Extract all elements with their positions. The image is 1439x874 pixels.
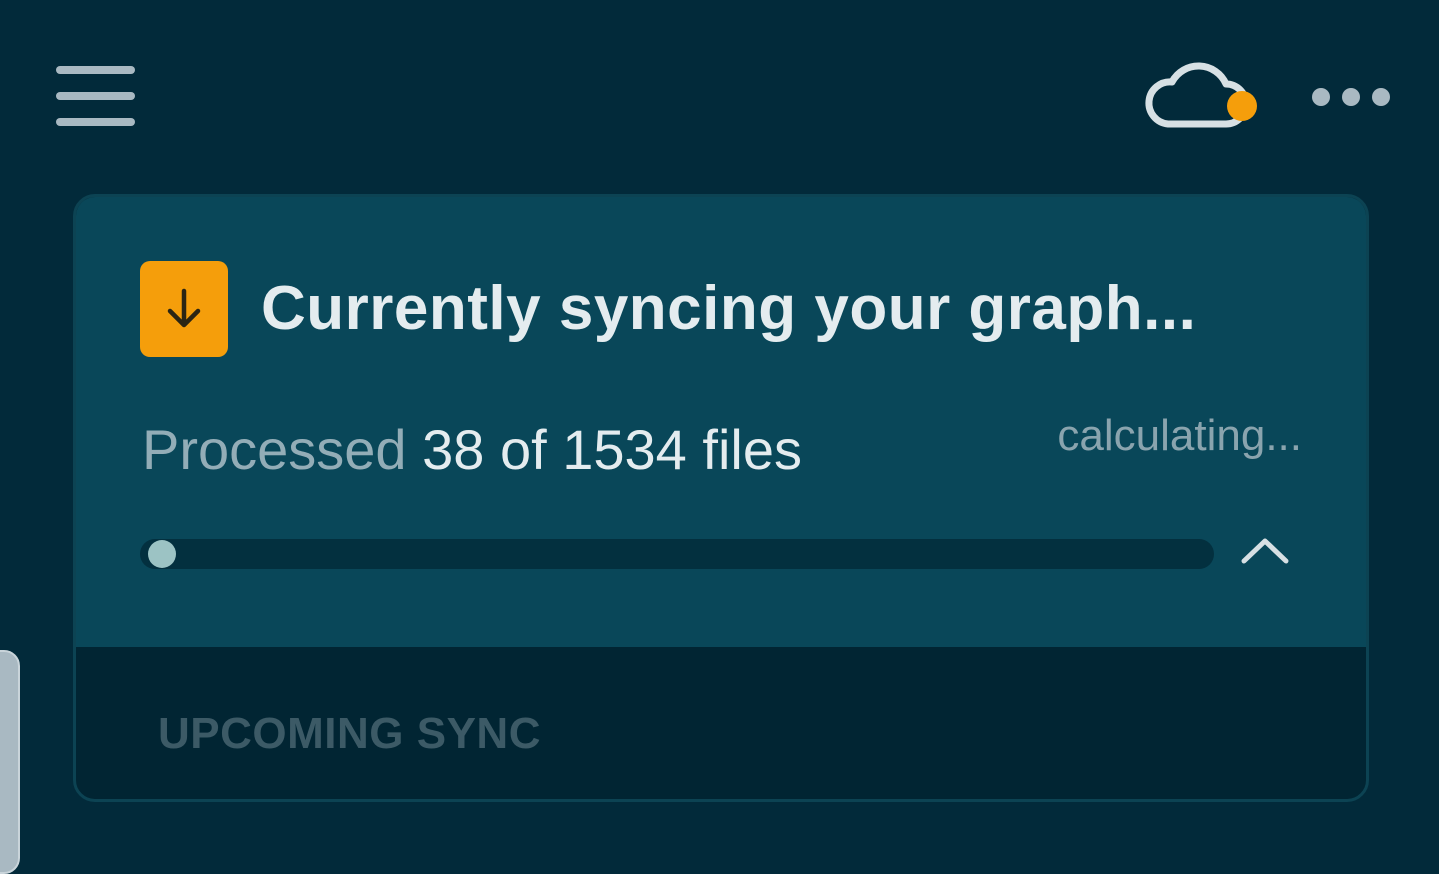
hamburger-menu-icon[interactable]: [56, 66, 136, 128]
sync-title: Currently syncing your graph...: [261, 274, 1197, 343]
progress-indicator: [147, 540, 176, 568]
sync-progress-section: Currently syncing your graph... Processe…: [76, 197, 1366, 647]
cloud-icon[interactable]: [1144, 58, 1260, 134]
upcoming-sync-label: UPCOMING SYNC: [158, 709, 541, 758]
progress-count: 38 of 1534 files: [422, 418, 802, 481]
progress-bar: [140, 539, 1214, 569]
arrow-down-icon: [167, 288, 201, 328]
chevron-up-icon[interactable]: [1240, 533, 1290, 569]
progress-text: Processed 38 of 1534 files: [142, 417, 802, 482]
download-status-badge: [140, 261, 228, 357]
progress-prefix: Processed: [142, 418, 407, 481]
top-bar: [0, 0, 1439, 190]
more-horizontal-icon[interactable]: [1308, 84, 1398, 110]
eta-text: calculating...: [1057, 411, 1302, 460]
sidebar-drag-handle[interactable]: [0, 650, 20, 874]
sync-status-card: Currently syncing your graph... Processe…: [73, 194, 1369, 802]
sync-status-dot: [1227, 91, 1257, 121]
